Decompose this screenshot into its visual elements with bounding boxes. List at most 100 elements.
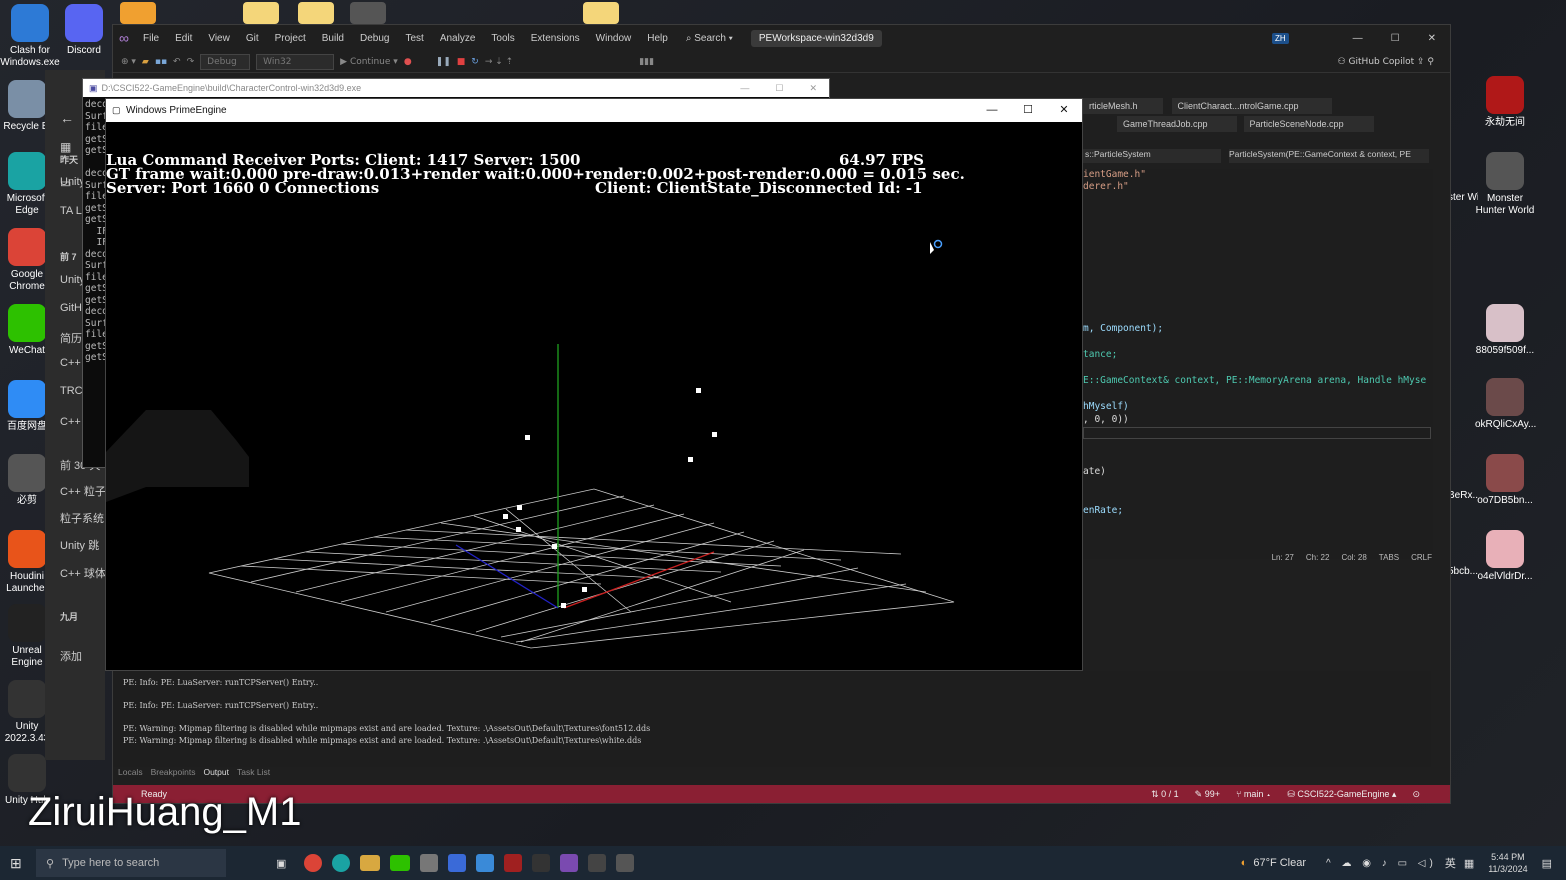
restart-icon[interactable]: ↻ [471,57,479,67]
sidebar-panel-icon[interactable]: ▭ [60,176,71,190]
wechat-taskbar-icon[interactable] [390,855,411,871]
menu-item-build[interactable]: Build [314,33,352,44]
stop-icon[interactable]: ■ [457,57,466,67]
undo-icon[interactable]: ↶ [173,57,181,67]
clock[interactable]: 5:44 PM 11/3/2024 [1488,851,1527,875]
continue-button[interactable]: ▶ Continue ▾ [340,57,398,67]
desktop-icon[interactable]: 永劫无间 [1475,76,1535,129]
platform-select[interactable]: Win32 [256,53,335,70]
fire-icon[interactable]: ● [404,57,412,67]
menu-item-analyze[interactable]: Analyze [432,33,484,44]
explorer-taskbar-icon[interactable] [360,855,381,871]
history-item[interactable]: 添加 [60,648,82,664]
tab-output[interactable]: Output [203,767,229,781]
menu-item-project[interactable]: Project [267,33,314,44]
config-select[interactable]: Debug [200,53,251,70]
tab-particle-scene-node[interactable]: ParticleSceneNode.cpp [1243,116,1374,132]
desktop-shortcut-icon[interactable] [120,2,156,24]
prime-maximize-button[interactable]: ☐ [1010,99,1046,122]
branch-indicator[interactable]: ⑂ main ▴ [1236,789,1271,799]
vs-logo-icon[interactable]: ∞ [119,30,135,46]
redo-icon[interactable]: ↷ [187,57,195,67]
app-taskbar-icon[interactable] [476,854,495,872]
tabs-indicator[interactable]: TABS [1379,553,1399,567]
menu-item-window[interactable]: Window [588,33,640,44]
copilot-button[interactable]: ⚇ GitHub Copilot ⇪ ⚲ [1338,57,1434,67]
terminal-taskbar-icon[interactable] [532,854,551,872]
menu-item-git[interactable]: Git [238,33,267,44]
tab-task-list[interactable]: Task List [237,767,270,781]
ime-mode-icon[interactable]: ▦ [1464,857,1474,870]
ime-indicator[interactable]: 英 [1445,855,1456,871]
history-item[interactable]: C++ [60,357,81,369]
partial-desktop-icon-label[interactable]: BeRx... [1448,490,1478,502]
desktop-shortcut-icon[interactable] [583,2,619,24]
taskbar-search[interactable]: ⚲ Type here to search [36,849,226,877]
save-icon[interactable]: ▪▪ [155,57,167,67]
desktop-shortcut-icon[interactable] [298,2,334,24]
task-view-icon[interactable]: ▣ [276,857,286,870]
history-item[interactable]: GitH [60,302,82,314]
prime-minimize-button[interactable]: — [974,99,1010,122]
edge-taskbar-icon[interactable] [332,854,351,872]
weather-text[interactable]: 67°F Clear [1253,857,1306,869]
new-icon[interactable]: ⊕ ▾ [121,57,136,67]
prime-engine-taskbar-icon[interactable] [616,854,635,872]
tab-locals[interactable]: Locals [118,767,143,781]
menu-item-test[interactable]: Test [397,33,431,44]
errors-indicator[interactable]: ✎ 99+ [1195,789,1220,800]
unity-taskbar-icon[interactable] [420,854,439,872]
desktop-icon[interactable]: Discord [54,4,114,57]
sidebar-grid-icon[interactable]: ▦ [60,140,71,154]
notifications-icon[interactable]: ⊙ [1412,789,1420,800]
menu-item-debug[interactable]: Debug [352,33,397,44]
chrome-taskbar-icon[interactable] [304,854,323,872]
step-icon[interactable]: → ⇣ ⇡ [485,57,513,67]
desktop-shortcut-icon[interactable] [350,2,386,24]
menu-item-extensions[interactable]: Extensions [523,33,588,44]
app-taskbar-icon[interactable] [448,854,467,872]
weather-icon[interactable]: ◐ [1241,857,1248,869]
notification-icon[interactable]: ▤ [1542,857,1552,870]
desktop-icon[interactable]: o4elVldrDr... [1475,530,1535,583]
start-button[interactable]: ⊞ [10,855,22,872]
output-panel[interactable]: PE: Info: PE: LuaServer: runTCPServer() … [113,671,1431,767]
history-item[interactable]: 简历 [60,330,82,346]
viewport-3d[interactable] [106,122,1082,671]
vs-search-box[interactable]: ⌕ Search ▾ [676,33,743,44]
prime-close-button[interactable]: ✕ [1046,99,1082,122]
open-icon[interactable]: ▰ [142,57,149,67]
repo-indicator[interactable]: ⛁ CSCI522-GameEngine ▴ [1287,789,1396,800]
maximize-button[interactable]: ☐ [1377,33,1414,44]
menu-item-tools[interactable]: Tools [483,33,522,44]
prime-engine-window[interactable]: ▢ Windows PrimeEngine — ☐ ✕ Lua Command … [105,98,1083,671]
tab-game-thread-job[interactable]: GameThreadJob.cpp [1117,116,1237,132]
menu-item-help[interactable]: Help [639,33,676,44]
tray-icons[interactable]: ^ ☁ ◉ ♪ ▭ ◁) [1326,858,1437,869]
code-editor[interactable]: ientGame.h" derer.h" m, Component); tanc… [1083,169,1433,559]
close-button[interactable]: ✕ [1414,33,1450,44]
desktop-icon[interactable]: Monster Hunter World [1475,152,1535,217]
console-minimize-button[interactable]: — [740,83,749,94]
desktop-icon[interactable]: 88059f509f... [1475,304,1535,357]
renderdoc-taskbar-icon[interactable] [504,854,523,872]
menu-item-view[interactable]: View [200,33,238,44]
changes-indicator[interactable]: ⇅ 0 / 1 [1151,789,1179,800]
crlf-indicator[interactable]: CRLF [1411,553,1432,567]
bookmark-icon[interactable]: ▮▮▮ [639,57,654,67]
menu-item-file[interactable]: File [135,33,167,44]
tab-particle-mesh[interactable]: rticleMesh.h [1083,98,1163,114]
nav-member-select[interactable]: ParticleSystem(PE::GameContext & context… [1229,149,1429,163]
profile-badge[interactable]: ZH [1271,32,1289,44]
desktop-icon[interactable]: okRQliCxAy... [1475,378,1536,431]
history-item[interactable]: 粒子系统 [60,510,104,526]
tab-breakpoints[interactable]: Breakpoints [151,767,196,781]
pause-icon[interactable]: ❚❚ [436,57,451,67]
history-item[interactable]: C++ 球体 [60,565,106,581]
menu-item-edit[interactable]: Edit [167,33,200,44]
desktop-icon[interactable]: oo7DB5bn... [1475,454,1535,507]
history-item[interactable]: Unity 跳 [60,537,99,553]
console-close-button[interactable]: ✕ [809,83,817,94]
tab-client-character[interactable]: ClientCharact...ntrolGame.cpp [1171,98,1332,114]
partial-desktop-icon-label[interactable]: 5bcb... [1448,566,1478,578]
